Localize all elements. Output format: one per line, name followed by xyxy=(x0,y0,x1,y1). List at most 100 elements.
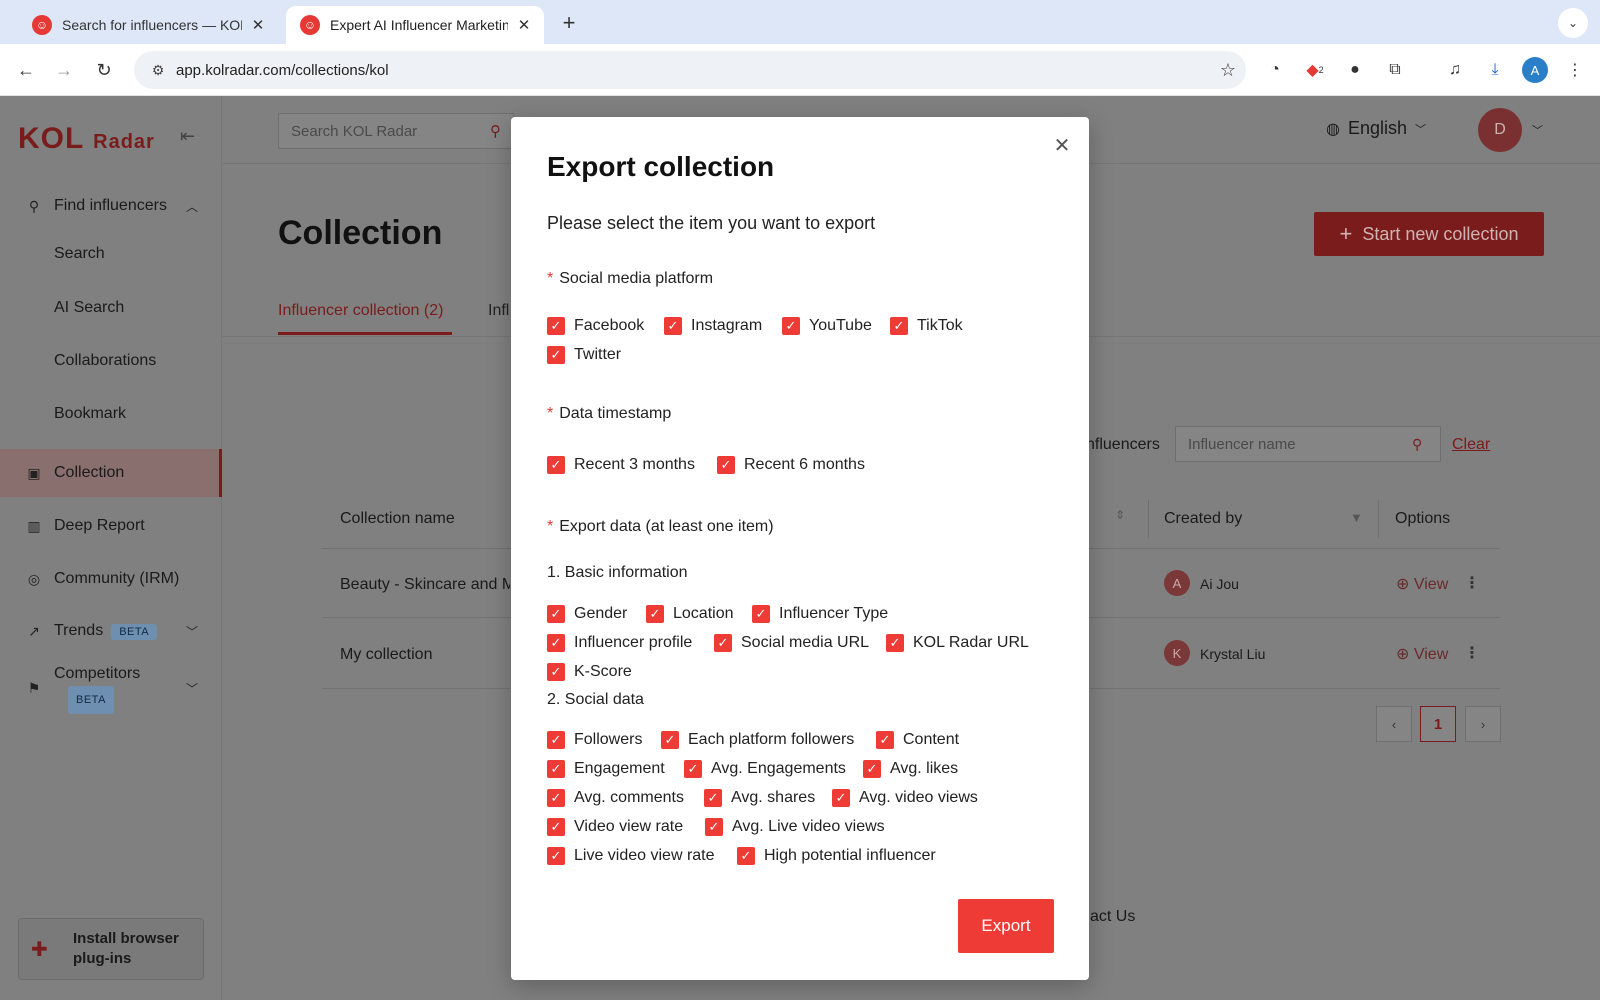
extensions-puzzle-icon[interactable]: ⧉ xyxy=(1382,57,1408,83)
url-text[interactable]: app.kolradar.com/collections/kol xyxy=(176,62,1210,79)
checkbox-followers[interactable]: ✓ Followers xyxy=(547,731,642,749)
new-tab-button[interactable]: + xyxy=(554,8,584,38)
collection-row-name[interactable]: Beauty - Skincare and M xyxy=(340,576,510,594)
filter-icon[interactable]: ▼ xyxy=(1350,510,1363,525)
checkmark-icon[interactable]: ✓ xyxy=(547,634,565,652)
checkmark-icon[interactable]: ✓ xyxy=(547,346,565,364)
sidebar-item-find-influencers[interactable]: ⚲ Find influencers ︿ xyxy=(0,182,222,230)
checkmark-icon[interactable]: ✓ xyxy=(664,317,682,335)
checkmark-icon[interactable]: ✓ xyxy=(547,847,565,865)
checkbox-social-media-url[interactable]: ✓ Social media URL xyxy=(714,634,869,652)
more-options-icon[interactable]: ⋮ xyxy=(1464,573,1480,593)
checkmark-icon[interactable]: ✓ xyxy=(661,731,679,749)
browser-menu-icon[interactable]: ⋮ xyxy=(1562,57,1588,83)
checkbox-location[interactable]: ✓ Location xyxy=(646,605,734,623)
close-tab-icon[interactable]: ✕ xyxy=(514,16,534,34)
checkbox-youtube[interactable]: ✓ YouTube xyxy=(782,317,872,335)
kol-search-input[interactable] xyxy=(279,122,490,140)
browser-tab-expert-ai[interactable]: ☺ Expert AI Influencer Marketing ✕ xyxy=(286,6,544,44)
checkbox-each-platform-followers[interactable]: ✓ Each platform followers xyxy=(661,731,854,749)
checkmark-icon[interactable]: ✓ xyxy=(752,605,770,623)
close-icon[interactable]: ✕ xyxy=(1051,135,1073,157)
collection-row-name[interactable]: My collection xyxy=(340,646,510,664)
user-avatar[interactable]: D xyxy=(1478,108,1522,152)
forward-arrow-icon[interactable]: → xyxy=(50,56,78,84)
sidebar-item-search[interactable]: Search xyxy=(0,230,222,278)
checkmark-icon[interactable]: ✓ xyxy=(704,789,722,807)
influencer-search-box[interactable]: ⚲ xyxy=(1175,426,1441,462)
more-options-icon[interactable]: ⋮ xyxy=(1464,643,1480,663)
next-page-icon[interactable]: › xyxy=(1465,706,1501,742)
checkbox-influencer-profile[interactable]: ✓ Influencer profile xyxy=(547,634,692,652)
checkbox-avg-comments[interactable]: ✓ Avg. comments xyxy=(547,789,684,807)
checkmark-icon[interactable]: ✓ xyxy=(714,634,732,652)
extension-circle-icon[interactable]: ● xyxy=(1342,57,1368,83)
checkmark-icon[interactable]: ✓ xyxy=(890,317,908,335)
start-new-collection-button[interactable]: + Start new collection xyxy=(1314,212,1544,256)
extension-kol-icon[interactable]: ◆ 2 xyxy=(1302,57,1328,83)
checkmark-icon[interactable]: ✓ xyxy=(547,663,565,681)
checkmark-icon[interactable]: ✓ xyxy=(547,789,565,807)
clear-link[interactable]: Clear xyxy=(1452,436,1490,454)
sidebar-item-competitors[interactable]: ⚑ Competitors BETA ﹀ xyxy=(0,656,222,720)
checkbox-high-potential-influencer[interactable]: ✓ High potential influencer xyxy=(737,847,936,865)
sort-icon[interactable]: ⇕ xyxy=(1115,508,1125,522)
sidebar-item-bookmark[interactable]: Bookmark xyxy=(0,390,222,438)
back-arrow-icon[interactable]: ← xyxy=(12,56,40,84)
sidebar-item-collaborations[interactable]: Collaborations xyxy=(0,337,222,385)
sidebar-item-collection[interactable]: ▣ Collection xyxy=(0,449,222,497)
bookmark-star-icon[interactable]: ☆ xyxy=(1210,60,1246,81)
checkbox-recent-6-months[interactable]: ✓ Recent 6 months xyxy=(717,456,865,474)
checkmark-icon[interactable]: ✓ xyxy=(684,760,702,778)
influencer-name-input[interactable] xyxy=(1176,435,1412,453)
prev-page-icon[interactable]: ‹ xyxy=(1376,706,1412,742)
view-button[interactable]: ⊕ View xyxy=(1396,644,1448,664)
tab-search-chevron-icon[interactable]: ⌄ xyxy=(1558,8,1588,38)
checkbox-twitter[interactable]: ✓ Twitter xyxy=(547,346,621,364)
checkbox-instagram[interactable]: ✓ Instagram xyxy=(664,317,762,335)
search-icon[interactable]: ⚲ xyxy=(490,122,513,140)
media-control-icon[interactable]: ♫ xyxy=(1442,57,1468,83)
chevron-down-icon[interactable]: ﹀ xyxy=(1532,122,1543,138)
tab-influencer-collection[interactable]: Influencer collection (2) xyxy=(278,302,452,335)
contact-us-link[interactable]: act Us xyxy=(1090,908,1135,926)
checkmark-icon[interactable]: ✓ xyxy=(717,456,735,474)
browser-tab-search-influencers[interactable]: ☺ Search for influencers — KOL Radar ✕ xyxy=(18,6,278,44)
checkbox-tiktok[interactable]: ✓ TikTok xyxy=(890,317,963,335)
language-selector[interactable]: ◍ English ﹀ xyxy=(1326,118,1426,139)
checkbox-engagement[interactable]: ✓ Engagement xyxy=(547,760,665,778)
checkbox-avg-video-views[interactable]: ✓ Avg. video views xyxy=(832,789,978,807)
checkbox-kol-radar-url[interactable]: ✓ KOL Radar URL xyxy=(886,634,1029,652)
checkmark-icon[interactable]: ✓ xyxy=(886,634,904,652)
checkmark-icon[interactable]: ✓ xyxy=(782,317,800,335)
reload-icon[interactable]: ↻ xyxy=(90,56,118,84)
checkbox-video-view-rate[interactable]: ✓ Video view rate xyxy=(547,818,683,836)
checkbox-avg-engagements[interactable]: ✓ Avg. Engagements xyxy=(684,760,846,778)
checkbox-influencer-type[interactable]: ✓ Influencer Type xyxy=(752,605,888,623)
checkbox-gender[interactable]: ✓ Gender xyxy=(547,605,627,623)
checkmark-icon[interactable]: ✓ xyxy=(547,605,565,623)
checkbox-recent-3-months[interactable]: ✓ Recent 3 months xyxy=(547,456,695,474)
checkmark-icon[interactable]: ✓ xyxy=(737,847,755,865)
sidebar-item-trends[interactable]: ↗ Trends BETA ﹀ xyxy=(0,607,222,655)
search-icon[interactable]: ⚲ xyxy=(1412,436,1440,453)
kol-search-box[interactable]: ⚲ xyxy=(278,113,514,149)
install-plugin-banner[interactable]: ✚ Install browser plug-ins xyxy=(18,918,204,980)
site-settings-icon[interactable]: ⚙ xyxy=(140,62,176,79)
checkmark-icon[interactable]: ✓ xyxy=(863,760,881,778)
checkmark-icon[interactable]: ✓ xyxy=(832,789,850,807)
checkmark-icon[interactable]: ✓ xyxy=(876,731,894,749)
checkbox-avg-shares[interactable]: ✓ Avg. shares xyxy=(704,789,815,807)
checkbox-avg-likes[interactable]: ✓ Avg. likes xyxy=(863,760,958,778)
sidebar-item-ai-search[interactable]: AI Search xyxy=(0,284,222,332)
page-number[interactable]: 1 xyxy=(1420,706,1456,742)
checkmark-icon[interactable]: ✓ xyxy=(547,760,565,778)
checkbox-facebook[interactable]: ✓ Facebook xyxy=(547,317,644,335)
checkmark-icon[interactable]: ✓ xyxy=(547,818,565,836)
checkmark-icon[interactable]: ✓ xyxy=(705,818,723,836)
checkmark-icon[interactable]: ✓ xyxy=(547,731,565,749)
checkbox-avg-live-video-views[interactable]: ✓ Avg. Live video views xyxy=(705,818,885,836)
export-button[interactable]: Export xyxy=(958,899,1054,953)
checkmark-icon[interactable]: ✓ xyxy=(547,317,565,335)
checkbox-k-score[interactable]: ✓ K-Score xyxy=(547,663,632,681)
